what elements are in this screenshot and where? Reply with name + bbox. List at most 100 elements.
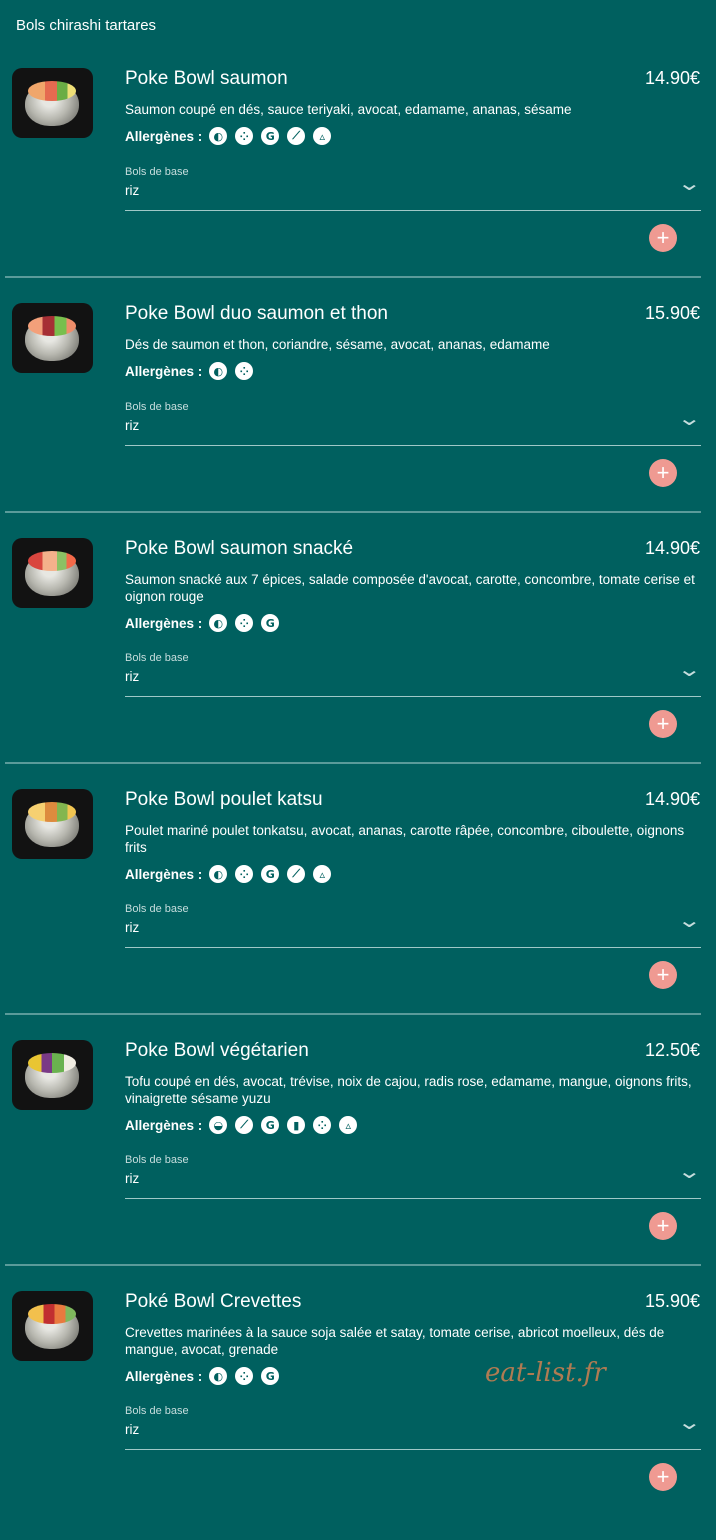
allergens-row: Allergènes : ◐ ⁘ G ⟋ ▵ xyxy=(125,865,339,883)
allergens-row: Allergènes : ◐ ⁘ xyxy=(125,362,261,380)
gluten-icon: G xyxy=(261,614,280,632)
sesame-icon: ⁘ xyxy=(235,1367,254,1385)
base-select[interactable]: riz xyxy=(125,1171,139,1186)
add-to-cart-button[interactable]: + xyxy=(649,459,677,487)
sesame-icon: ⁘ xyxy=(235,614,254,632)
nuts-icon: ◒ xyxy=(209,1116,228,1134)
fish-icon: ◐ xyxy=(209,865,228,883)
menu-item: Poke Bowl poulet katsu 14.90€ Poulet mar… xyxy=(0,787,716,1038)
base-select[interactable]: riz xyxy=(125,669,139,684)
dish-price: 14.90€ xyxy=(644,68,700,88)
base-select[interactable]: riz xyxy=(125,183,139,198)
add-to-cart-button[interactable]: + xyxy=(649,1212,677,1240)
select-underline xyxy=(125,445,701,446)
dish-price: 14.90€ xyxy=(644,538,700,558)
item-divider xyxy=(5,1013,701,1015)
fish-icon: ◐ xyxy=(209,127,228,145)
add-to-cart-button[interactable]: + xyxy=(649,961,677,989)
mustard-icon: ▵ xyxy=(313,865,332,883)
allergens-row: Allergènes : ◐ ⁘ G ⟋ ▵ xyxy=(125,127,339,145)
dish-thumbnail[interactable] xyxy=(12,68,93,138)
menu-item: Poke Bowl saumon 14.90€ Saumon coupé en … xyxy=(0,66,716,317)
allergens-label: Allergènes : xyxy=(125,866,203,882)
dish-name: Poké Bowl Crevettes xyxy=(125,1291,302,1312)
dish-description: Tofu coupé en dés, avocat, trévise, noix… xyxy=(125,1074,692,1106)
select-underline xyxy=(125,947,701,948)
dish-thumbnail[interactable] xyxy=(12,1040,93,1110)
dish-thumbnail[interactable] xyxy=(12,1291,93,1361)
item-divider xyxy=(5,511,701,513)
allergens-label: Allergènes : xyxy=(125,615,203,631)
chevron-down-icon[interactable]: ⌄ xyxy=(677,406,702,430)
add-to-cart-button[interactable]: + xyxy=(649,710,677,738)
dish-description: Saumon coupé en dés, sauce teriyaki, avo… xyxy=(125,102,572,117)
sesame-icon: ⁘ xyxy=(235,865,254,883)
select-underline xyxy=(125,696,701,697)
peanut-icon: ⟋ xyxy=(287,865,306,883)
base-select[interactable]: riz xyxy=(125,418,139,433)
base-select-label: Bols de base xyxy=(125,166,189,178)
dish-description: Dés de saumon et thon, coriandre, sésame… xyxy=(125,337,550,352)
base-select[interactable]: riz xyxy=(125,1422,139,1437)
peanut-icon: ⟋ xyxy=(287,127,306,145)
chevron-down-icon[interactable]: ⌄ xyxy=(677,1159,702,1183)
dish-name: Poke Bowl saumon xyxy=(125,68,288,89)
chevron-down-icon[interactable]: ⌄ xyxy=(677,1410,702,1434)
item-divider xyxy=(5,276,701,278)
allergens-row: Allergènes : ◒ ⟋ G ▮ ⁘ ▵ xyxy=(125,1116,365,1134)
chevron-down-icon[interactable]: ⌄ xyxy=(677,657,702,681)
dish-thumbnail[interactable] xyxy=(12,538,93,608)
dish-description: Crevettes marinées à la sauce soja salée… xyxy=(125,1325,665,1357)
fish-icon: ◐ xyxy=(209,614,228,632)
mustard-icon: ▵ xyxy=(339,1116,358,1134)
gluten-icon: G xyxy=(261,127,280,145)
dish-description: Poulet mariné poulet tonkatsu, avocat, a… xyxy=(125,823,685,855)
dish-thumbnail[interactable] xyxy=(12,303,93,373)
menu-item: Poke Bowl saumon snacké 14.90€ Saumon sn… xyxy=(0,536,716,787)
section-title: Bols chirashi tartares xyxy=(16,17,157,34)
chevron-down-icon[interactable]: ⌄ xyxy=(677,171,702,195)
allergens-row: Allergènes : ◐ ⁘ G xyxy=(125,1367,287,1385)
add-to-cart-button[interactable]: + xyxy=(649,1463,677,1491)
dish-thumbnail[interactable] xyxy=(12,789,93,859)
select-underline xyxy=(125,1198,701,1199)
gluten-icon: G xyxy=(261,1367,280,1385)
allergens-label: Allergènes : xyxy=(125,363,203,379)
allergens-label: Allergènes : xyxy=(125,1368,203,1384)
base-select-label: Bols de base xyxy=(125,401,189,413)
item-divider xyxy=(5,1264,701,1266)
base-select-label: Bols de base xyxy=(125,1405,189,1417)
soy-icon: ▮ xyxy=(287,1116,306,1134)
dish-price: 14.90€ xyxy=(644,789,700,809)
dish-price: 12.50€ xyxy=(644,1040,700,1060)
gluten-icon: G xyxy=(261,1116,280,1134)
base-select-label: Bols de base xyxy=(125,903,189,915)
dish-name: Poke Bowl poulet katsu xyxy=(125,789,323,810)
menu-item: Poké Bowl Crevettes 15.90€ Crevettes mar… xyxy=(0,1289,716,1540)
mustard-icon: ▵ xyxy=(313,127,332,145)
item-divider xyxy=(5,762,701,764)
base-select[interactable]: riz xyxy=(125,920,139,935)
base-select-label: Bols de base xyxy=(125,1154,189,1166)
select-underline xyxy=(125,210,701,211)
fish-icon: ◐ xyxy=(209,1367,228,1385)
dish-price: 15.90€ xyxy=(644,303,700,323)
dish-name: Poke Bowl saumon snacké xyxy=(125,538,354,559)
sesame-icon: ⁘ xyxy=(235,362,254,380)
watermark: eat-list.fr xyxy=(485,1358,606,1388)
dish-description: Saumon snacké aux 7 épices, salade compo… xyxy=(125,572,695,604)
dish-price: 15.90€ xyxy=(644,1291,700,1311)
allergens-row: Allergènes : ◐ ⁘ G xyxy=(125,614,287,632)
add-to-cart-button[interactable]: + xyxy=(649,224,677,252)
gluten-icon: G xyxy=(261,865,280,883)
sesame-icon: ⁘ xyxy=(313,1116,332,1134)
menu-item: Poke Bowl végétarien 12.50€ Tofu coupé e… xyxy=(0,1038,716,1289)
menu-item: Poke Bowl duo saumon et thon 15.90€ Dés … xyxy=(0,301,716,552)
peanut-icon: ⟋ xyxy=(235,1116,254,1134)
allergens-label: Allergènes : xyxy=(125,1117,203,1133)
sesame-icon: ⁘ xyxy=(235,127,254,145)
select-underline xyxy=(125,1449,701,1450)
allergens-label: Allergènes : xyxy=(125,128,203,144)
fish-icon: ◐ xyxy=(209,362,228,380)
chevron-down-icon[interactable]: ⌄ xyxy=(677,908,702,932)
